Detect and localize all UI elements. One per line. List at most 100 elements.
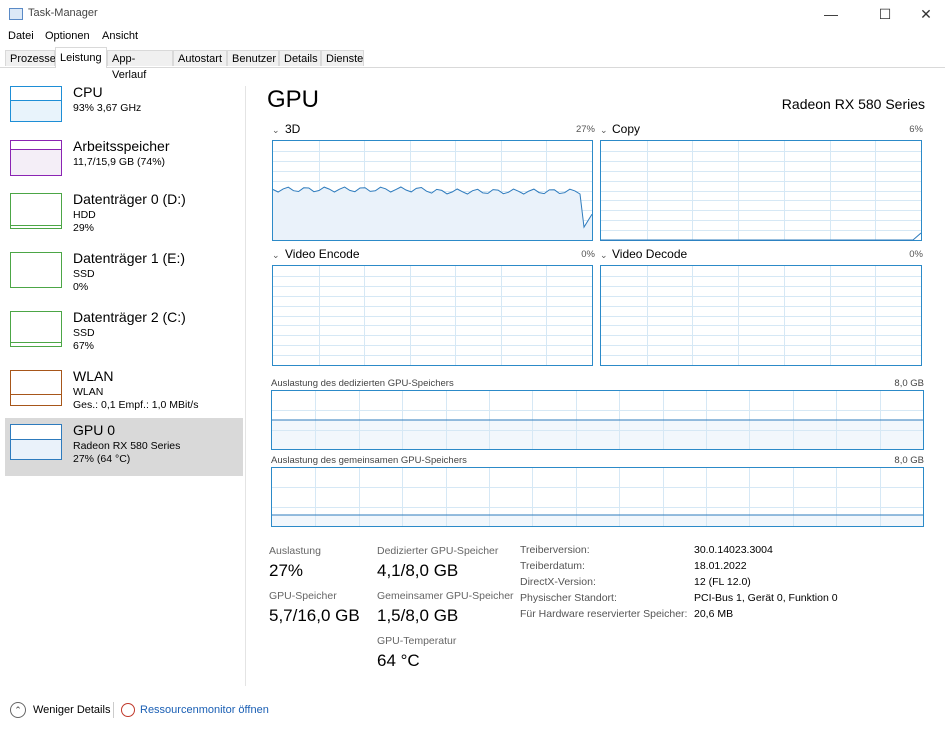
menu-optionen[interactable]: Optionen <box>45 30 90 42</box>
panel-divider[interactable] <box>245 86 246 686</box>
graph-video-encode <box>272 265 593 366</box>
dedicated-memory-stat-value: 4,1/8,0 GB <box>377 561 459 580</box>
chevron-down-icon[interactable]: ⌄ <box>272 125 280 136</box>
copy-usage-line <box>601 232 922 241</box>
chevron-down-icon[interactable]: ⌄ <box>272 250 280 261</box>
engine-copy-percent: 6% <box>909 124 923 135</box>
minimize-button[interactable]: — <box>808 0 854 28</box>
engine-selector-video-decode[interactable]: Video Decode <box>612 247 687 261</box>
device-thumbnail-level <box>11 439 61 459</box>
graph-video-decode <box>600 265 922 366</box>
dedicated-memory-fill <box>272 420 923 449</box>
device-detail: SSD <box>73 268 95 280</box>
shared-memory-stat-value: 1,5/8,0 GB <box>377 606 459 625</box>
gpu-memory-value: 5,7/16,0 GB <box>269 606 360 625</box>
device-detail: 29% <box>73 222 95 234</box>
close-button[interactable]: ✕ <box>903 0 945 28</box>
chevron-down-icon[interactable]: ⌄ <box>600 250 608 261</box>
tab-app-verlauf[interactable]: App-Verlauf <box>107 50 173 81</box>
engine-selector-video-encode[interactable]: Video Encode <box>285 247 360 261</box>
device-detail: WLAN <box>73 386 104 398</box>
task-manager-app-icon <box>9 8 23 20</box>
driver-info-label: Für Hardware reservierter Speicher: <box>520 608 688 620</box>
shared-memory-fill <box>272 515 923 526</box>
engine-selector-3d[interactable]: 3D <box>285 122 300 136</box>
window-title: Task-Manager <box>28 7 98 19</box>
device-detail: Radeon RX 580 Series <box>73 440 181 452</box>
device-name: Datenträger 0 (D:) <box>73 191 186 207</box>
maximize-button[interactable]: ☐ <box>862 0 908 28</box>
device-detail: 0% <box>73 281 89 293</box>
graph-dedicated-memory <box>271 390 924 450</box>
device-thumbnail-graph <box>10 311 62 347</box>
device-name: CPU <box>73 84 103 100</box>
device-detail: Ges.: 0,1 Empf.: 1,0 MBit/s <box>73 399 199 411</box>
footer-separator <box>113 702 114 718</box>
dedicated-memory-label: Auslastung des dedizierten GPU-Speichers <box>271 378 454 389</box>
driver-info-value: 18.01.2022 <box>694 560 747 572</box>
usage-area <box>273 187 592 240</box>
device-thumbnail-level <box>11 393 61 405</box>
device-thumbnail-graph <box>10 140 62 176</box>
menu-ansicht[interactable]: Ansicht <box>102 30 138 42</box>
graph-3d <box>272 140 593 241</box>
tab-benutzer[interactable]: Benutzer <box>227 50 279 66</box>
graph-grid <box>273 266 592 365</box>
usage-label: Auslastung <box>269 545 321 557</box>
graph-grid <box>272 468 923 526</box>
device-detail: 93% 3,67 GHz <box>73 102 142 114</box>
driver-info-label: Treiberversion: <box>520 544 590 556</box>
tab-details[interactable]: Details <box>279 50 321 66</box>
device-thumbnail-graph <box>10 86 62 122</box>
gpu-model-name: Radeon RX 580 Series <box>781 96 925 112</box>
device-detail: 11,7/15,9 GB (74%) <box>73 156 166 168</box>
driver-info-value: 12 (FL 12.0) <box>694 576 751 588</box>
device-thumbnail-level <box>11 341 61 346</box>
engine-video-encode-percent: 0% <box>581 249 595 260</box>
driver-info-label: Physischer Standort: <box>520 592 617 604</box>
device-thumbnail-level <box>11 225 61 228</box>
driver-info-value: 30.0.14023.3004 <box>694 544 773 556</box>
usage-value: 27% <box>269 561 304 580</box>
title-bar[interactable] <box>0 0 945 28</box>
tab-autostart[interactable]: Autostart <box>173 50 227 66</box>
open-resource-monitor-link[interactable]: Ressourcenmonitor öffnen <box>140 704 269 716</box>
device-thumbnail-level <box>11 148 61 175</box>
graph-copy <box>600 140 922 241</box>
gpu-temperature-value: 64 °C <box>377 651 420 670</box>
device-thumbnail-level <box>11 99 61 121</box>
device-detail: SSD <box>73 327 95 339</box>
device-thumbnail-graph <box>10 370 62 406</box>
device-thumbnail-graph <box>10 252 62 288</box>
menu-datei[interactable]: Datei <box>8 30 34 42</box>
dedicated-memory-max: 8,0 GB <box>894 378 924 389</box>
gpu-temperature-label: GPU-Temperatur <box>377 635 457 647</box>
device-detail: HDD <box>73 209 96 221</box>
driver-info-value: PCI-Bus 1, Gerät 0, Funktion 0 <box>694 592 838 604</box>
device-thumbnail-graph <box>10 424 62 460</box>
driver-info-label: Treiberdatum: <box>520 560 585 572</box>
fewer-details-button[interactable]: Weniger Details <box>33 704 110 716</box>
device-name: Datenträger 1 (E:) <box>73 250 186 266</box>
chevron-up-icon[interactable]: ⌃ <box>10 702 26 718</box>
driver-info-value: 20,6 MB <box>694 608 734 620</box>
device-name: Arbeitsspeicher <box>73 138 170 154</box>
shared-memory-label: Auslastung des gemeinsamen GPU-Speichers <box>271 455 467 466</box>
engine-selector-copy[interactable]: Copy <box>612 122 640 136</box>
device-thumbnail-graph <box>10 193 62 229</box>
tab-dienste[interactable]: Dienste <box>321 50 364 66</box>
resource-monitor-icon[interactable] <box>121 703 135 717</box>
device-name: WLAN <box>73 368 114 384</box>
device-name: Datenträger 2 (C:) <box>73 309 186 325</box>
graph-grid <box>272 141 593 240</box>
engine-3d-percent: 27% <box>575 124 595 135</box>
engine-video-decode-percent: 0% <box>909 249 923 260</box>
device-name: GPU 0 <box>73 422 116 438</box>
shared-memory-max: 8,0 GB <box>894 455 924 466</box>
graph-grid <box>601 266 921 365</box>
driver-info-label: DirectX-Version: <box>520 576 596 588</box>
tab-leistung[interactable]: Leistung <box>55 47 107 68</box>
chevron-down-icon[interactable]: ⌄ <box>600 125 608 136</box>
tab-prozesse[interactable]: Prozesse <box>5 50 56 66</box>
graph-grid <box>601 141 922 241</box>
